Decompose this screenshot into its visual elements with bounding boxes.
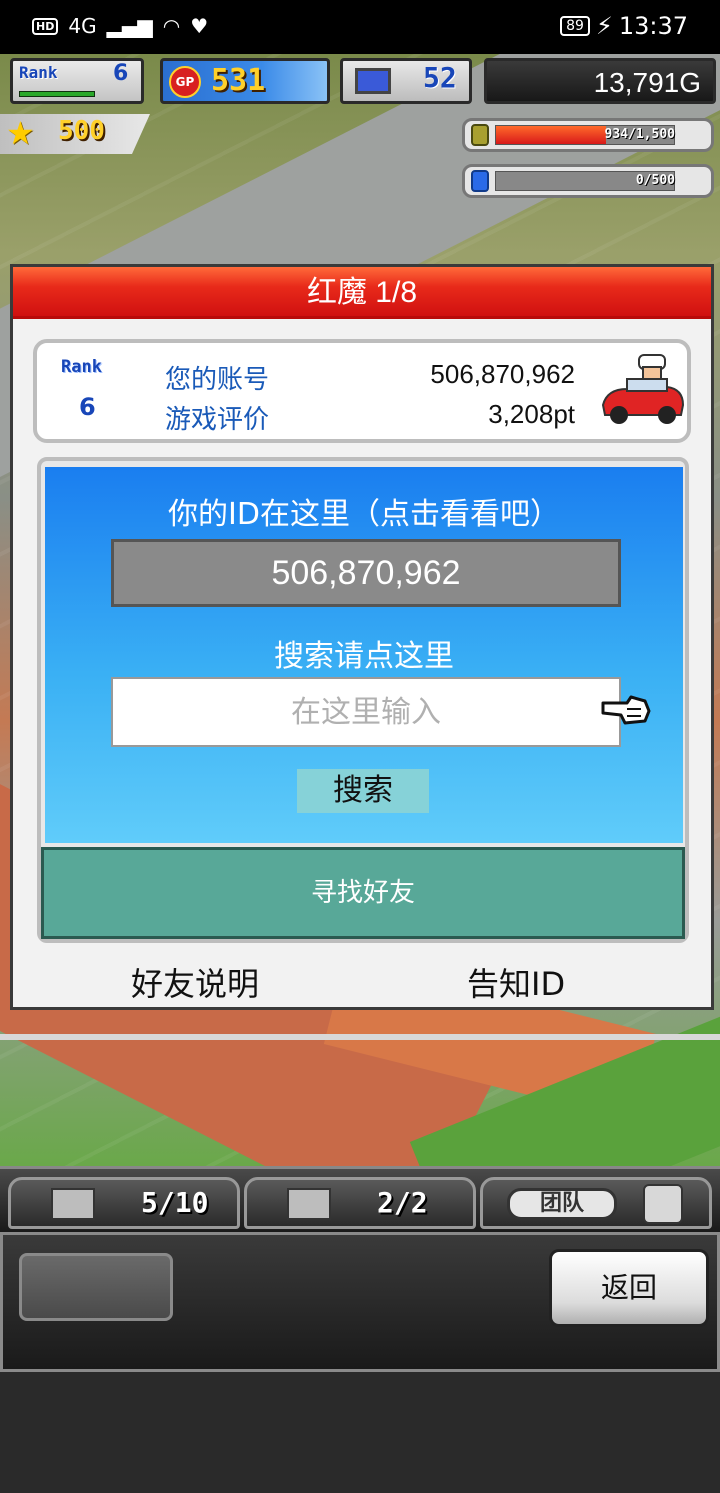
star-indicator[interactable]: ★ 500 [0, 114, 150, 154]
status-bar: HD 4G ▂▄▆ ◠ ♥ 89 ⚡ 13:37 [0, 0, 720, 54]
profile-rank-value: 6 [79, 393, 96, 421]
gp-indicator[interactable]: GP 531 [160, 58, 330, 104]
heart-monitor-icon: ♥ [190, 14, 209, 38]
rank-label: Rank [19, 63, 58, 82]
rank-indicator[interactable]: Rank 6 [10, 58, 144, 104]
friend-help-button[interactable]: 好友说明 [131, 959, 259, 1005]
rating-label: 游戏评价 [165, 405, 270, 435]
profile-card: Rank 6 您的账号 506,870,962 游戏评价 3,208pt [33, 339, 691, 443]
status-left: HD 4G ▂▄▆ ◠ ♥ [32, 14, 208, 38]
storage-count: 5/10 [141, 1186, 209, 1219]
wifi-icon: ◠ [162, 14, 181, 38]
network-label: 4G [68, 14, 97, 38]
empty-slot [19, 1253, 173, 1321]
pointer-hand-icon [601, 695, 651, 725]
status-right: 89 ⚡ 13:37 [560, 12, 688, 40]
find-friend-button[interactable]: 寻找好友 [41, 847, 685, 939]
id-section: 你的ID在这里（点击看看吧） 506,870,962 搜索请点这里 搜索 [45, 467, 683, 843]
rank-value: 6 [113, 61, 129, 86]
clock: 13:37 [618, 12, 688, 40]
notify-id-button[interactable]: 告知ID [467, 959, 565, 1005]
gas-meter-text: 934/1,500 [604, 127, 675, 142]
id-panel: 你的ID在这里（点击看看吧） 506,870,962 搜索请点这里 搜索 寻找好… [37, 457, 689, 943]
water-meter-text: 0/500 [635, 173, 675, 188]
tab-team[interactable]: 团队 [480, 1177, 712, 1229]
account-value: 506,870,962 [430, 359, 575, 389]
account-label: 您的账号 [165, 365, 270, 395]
money-indicator: 13,791G [484, 58, 716, 104]
player-id-display[interactable]: 506,870,962 [111, 539, 621, 607]
garage-count: 2/2 [377, 1186, 428, 1219]
charging-icon: ⚡ [595, 12, 613, 40]
star-value: 500 [58, 116, 105, 146]
tab-storage[interactable]: 5/10 [8, 1177, 240, 1229]
gas-meter: 934/1,500 [462, 118, 714, 152]
search-button[interactable]: 搜索 [297, 769, 429, 813]
id-heading: 你的ID在这里（点击看看吧） [168, 497, 560, 532]
chef-car-icon [601, 354, 685, 424]
friend-dialog: 红魔 1/8 Rank 6 您的账号 506,870,962 游戏评价 3,20… [10, 264, 714, 1010]
garage-car-icon [287, 1188, 331, 1220]
dialog-title: 红魔 1/8 [306, 276, 418, 309]
signal-icon: ▂▄▆ [106, 14, 153, 38]
gas-meter-fill [496, 126, 607, 144]
rating-value: 3,208pt [488, 399, 575, 429]
profile-rank-label: Rank [61, 357, 102, 377]
water-meter: 0/500 [462, 164, 714, 198]
computer-indicator[interactable]: 52 [340, 58, 472, 104]
team-label: 团队 [507, 1188, 617, 1220]
gp-value: 531 [211, 63, 266, 98]
water-tank-icon [471, 170, 489, 192]
money-value: 13,791G [593, 67, 701, 98]
search-heading: 搜索请点这里 [274, 639, 454, 674]
gas-tank-icon [471, 124, 489, 146]
computer-icon [355, 68, 391, 94]
computer-value: 52 [423, 61, 457, 94]
gp-coin-icon: GP [169, 66, 201, 98]
rail-background [0, 1034, 720, 1040]
bottom-panel: 返回 [0, 1232, 720, 1372]
dialog-title-bar: 红魔 1/8 [13, 267, 711, 319]
worker-face-icon [643, 1184, 683, 1224]
battery-icon: 89 [560, 16, 590, 36]
tab-garage[interactable]: 2/2 [244, 1177, 476, 1229]
hd-icon: HD [32, 17, 59, 35]
bottom-tab-bar: 5/10 2/2 团队 [0, 1166, 720, 1232]
back-button[interactable]: 返回 [549, 1249, 709, 1327]
crate-icon [51, 1188, 95, 1220]
rank-progress-bar [19, 91, 95, 97]
friend-id-search-input[interactable] [111, 677, 621, 747]
star-icon: ★ [6, 114, 35, 152]
